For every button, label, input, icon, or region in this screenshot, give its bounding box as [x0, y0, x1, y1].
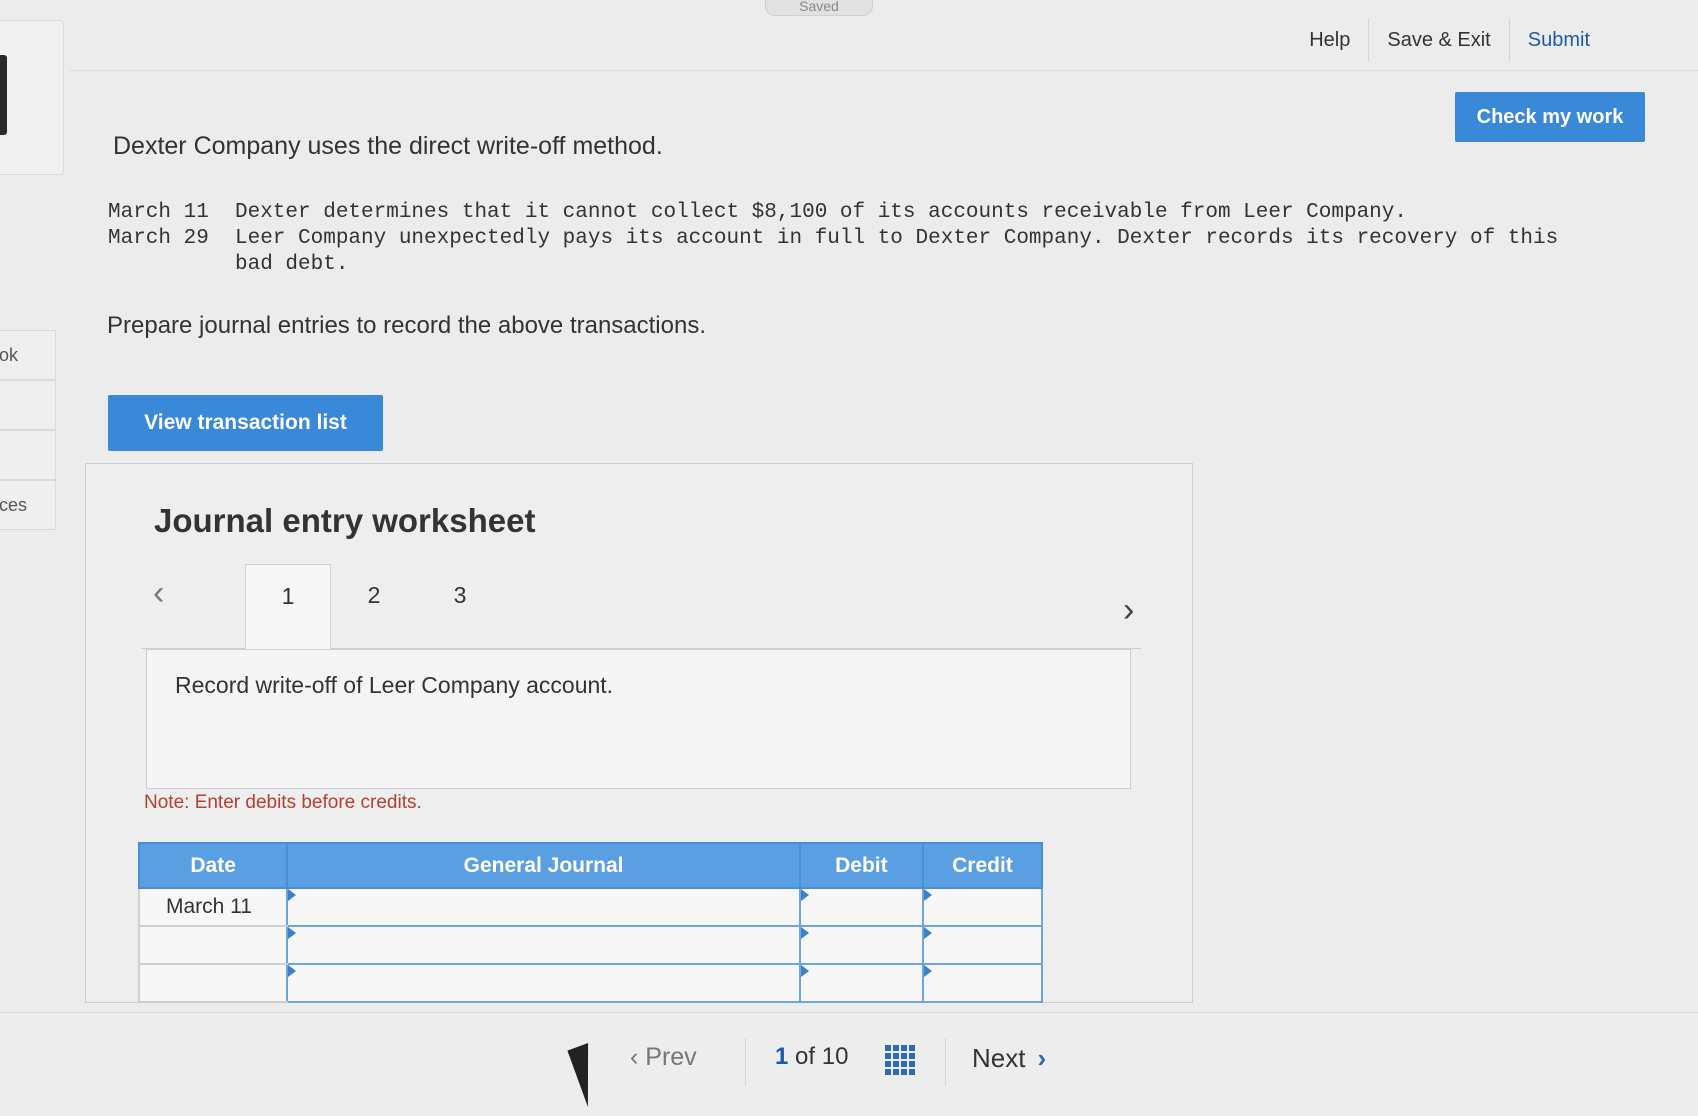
- general-journal-table: Date General Journal Debit Credit March …: [137, 842, 1044, 1003]
- top-nav: Help Save & Exit Submit: [1291, 18, 1608, 62]
- table-row: [137, 925, 1044, 965]
- chevron-left-icon[interactable]: ‹: [153, 574, 164, 613]
- column-header-debit: Debit: [798, 842, 924, 889]
- transaction-row: March 11 Dexter determines that it canno…: [108, 200, 1608, 226]
- rail-item-ok[interactable]: ok: [0, 330, 56, 380]
- question-instruction: Prepare journal entries to record the ab…: [107, 312, 707, 339]
- rail-item-blank-1[interactable]: [0, 380, 56, 430]
- grid-icon[interactable]: [885, 1045, 915, 1075]
- date-cell: [137, 963, 289, 1003]
- transaction-date: March 29: [108, 227, 209, 250]
- worksheet-tabs: ‹ 1 2 3: [141, 564, 1141, 650]
- column-header-credit: Credit: [921, 842, 1044, 889]
- view-transaction-list-button[interactable]: View transaction list: [108, 395, 383, 451]
- next-button[interactable]: Next ›: [972, 1043, 1046, 1074]
- entry-description-box: Record write-off of Leer Company account…: [146, 649, 1131, 789]
- prev-label: Prev: [645, 1043, 697, 1071]
- page-total: of 10: [795, 1043, 849, 1070]
- column-header-date: Date: [137, 842, 289, 889]
- help-link[interactable]: Help: [1291, 18, 1368, 62]
- column-header-general-journal: General Journal: [286, 842, 801, 889]
- date-cell: [137, 925, 289, 965]
- tab-2[interactable]: 2: [331, 564, 417, 650]
- transaction-date: March 11: [108, 201, 209, 224]
- page-counter: 1 of 10: [775, 1043, 848, 1071]
- worksheet-title: Journal entry worksheet: [154, 502, 536, 539]
- rail-item-resources[interactable]: ces: [0, 480, 56, 530]
- entry-description: Record write-off of Leer Company account…: [175, 672, 614, 698]
- tab-3[interactable]: 3: [417, 564, 503, 650]
- left-rail: ok ces: [0, 0, 66, 1116]
- account-input[interactable]: [286, 887, 801, 927]
- debit-input[interactable]: [798, 887, 924, 927]
- date-cell: March 11: [137, 887, 289, 927]
- table-row: March 11: [137, 887, 1044, 927]
- check-my-work-button[interactable]: Check my work: [1455, 92, 1645, 142]
- journal-worksheet: Journal entry worksheet ‹ 1 2 3 › Record…: [85, 463, 1193, 1003]
- credit-input[interactable]: [921, 925, 1044, 965]
- debit-input[interactable]: [798, 963, 924, 1003]
- saved-status: Saved: [765, 0, 873, 16]
- table-header-row: Date General Journal Debit Credit: [137, 842, 1044, 889]
- pagination-bar: ‹ Prev 1 of 10 Next ›: [0, 1012, 1698, 1116]
- next-label: Next: [972, 1043, 1026, 1073]
- chevron-right-icon[interactable]: ›: [1123, 591, 1134, 630]
- chevron-left-icon: ‹: [630, 1043, 639, 1071]
- header-divider: [70, 70, 1698, 71]
- account-input[interactable]: [286, 925, 801, 965]
- submit-link[interactable]: Submit: [1508, 18, 1608, 62]
- credit-input[interactable]: [921, 887, 1044, 927]
- prev-button[interactable]: ‹ Prev: [630, 1043, 697, 1072]
- account-input[interactable]: [286, 963, 801, 1003]
- transaction-list: March 11 Dexter determines that it canno…: [108, 200, 1608, 278]
- question-intro: Dexter Company uses the direct write-off…: [113, 132, 663, 160]
- credit-input[interactable]: [921, 963, 1044, 1003]
- entry-note: Note: Enter debits before credits.: [144, 792, 422, 813]
- transaction-text: Leer Company unexpectedly pays its accou…: [235, 227, 1559, 276]
- divider: [745, 1038, 746, 1086]
- divider: [945, 1038, 946, 1086]
- rail-panel: [0, 20, 64, 175]
- transaction-text: Dexter determines that it cannot collect…: [235, 201, 1407, 224]
- tab-1[interactable]: 1: [245, 564, 331, 650]
- rail-accent: [0, 55, 7, 135]
- save-exit-link[interactable]: Save & Exit: [1368, 18, 1508, 62]
- table-row: [137, 963, 1044, 1003]
- chevron-right-icon: ›: [1037, 1043, 1047, 1073]
- current-page: 1: [775, 1043, 789, 1070]
- debit-input[interactable]: [798, 925, 924, 965]
- rail-item-blank-2[interactable]: [0, 430, 56, 480]
- transaction-row: March 29 Leer Company unexpectedly pays …: [108, 226, 1608, 278]
